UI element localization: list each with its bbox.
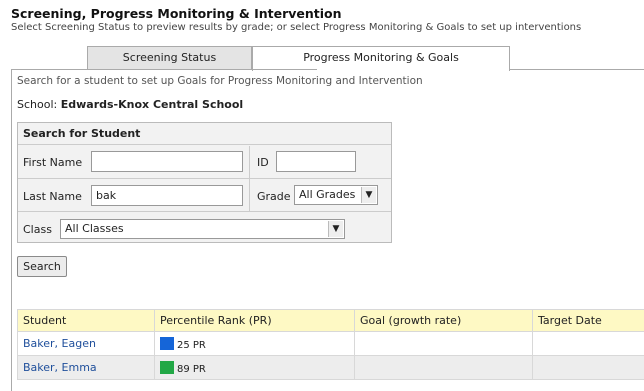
- column-header-goal: Goal (growth rate): [354, 309, 533, 332]
- chevron-down-icon[interactable]: ▼: [361, 187, 376, 203]
- grade-select[interactable]: All Grades ▼: [294, 185, 378, 205]
- percentile-color-swatch: [160, 360, 174, 374]
- page-subtitle: Select Screening Status to preview resul…: [11, 22, 582, 33]
- page-title: Screening, Progress Monitoring & Interve…: [11, 6, 342, 21]
- tab-panel: Search for a student to set up Goals for…: [11, 70, 644, 391]
- id-field[interactable]: [276, 151, 356, 172]
- last-name-label: Last Name: [23, 190, 82, 203]
- row-divider: [18, 178, 391, 179]
- column-header-target-date: Target Date: [532, 309, 644, 332]
- id-label: ID: [257, 156, 269, 169]
- row-divider: [18, 211, 391, 212]
- grade-label: Grade: [257, 190, 291, 203]
- class-select-value: All Classes: [65, 222, 124, 235]
- student-link[interactable]: Baker, Eagen: [23, 337, 96, 350]
- first-name-label: First Name: [23, 156, 83, 169]
- goal-cell[interactable]: [354, 355, 533, 380]
- table-header-row: Student Percentile Rank (PR) Goal (growt…: [17, 309, 644, 332]
- school-name: Edwards-Knox Central School: [60, 98, 244, 111]
- cell-divider: [249, 179, 250, 211]
- tab-progress-monitoring-goals[interactable]: Progress Monitoring & Goals: [252, 46, 510, 71]
- school-line: School: Edwards-Knox Central School: [17, 98, 243, 111]
- target-date-cell[interactable]: [532, 355, 644, 380]
- target-date-cell[interactable]: [532, 331, 644, 356]
- grade-select-value: All Grades: [299, 188, 356, 201]
- search-box-header: Search for Student: [18, 123, 391, 145]
- school-label: School:: [17, 98, 58, 111]
- instructions-text: Search for a student to set up Goals for…: [17, 75, 423, 87]
- chevron-down-icon[interactable]: ▼: [328, 221, 343, 237]
- class-select[interactable]: All Classes ▼: [60, 219, 345, 239]
- table-row: Baker, Eagen 25 PR: [17, 331, 644, 356]
- search-button[interactable]: Search: [17, 256, 67, 277]
- cell-divider: [249, 146, 250, 178]
- table-row: Baker, Emma 89 PR: [17, 355, 644, 380]
- last-name-field[interactable]: bak: [91, 185, 243, 206]
- first-name-field[interactable]: [91, 151, 243, 172]
- percentile-rank-value: 89 PR: [177, 363, 206, 375]
- goal-cell[interactable]: [354, 331, 533, 356]
- class-label: Class: [23, 223, 52, 236]
- column-header-student: Student: [17, 309, 155, 332]
- tab-screening-status[interactable]: Screening Status: [87, 46, 252, 70]
- results-table: Student Percentile Rank (PR) Goal (growt…: [17, 309, 644, 380]
- percentile-color-swatch: [160, 336, 174, 350]
- search-student-box: Search for Student First Name ID Last Na…: [17, 122, 392, 243]
- column-header-percentile-rank: Percentile Rank (PR): [154, 309, 355, 332]
- tab-bar: Screening Status Progress Monitoring & G…: [11, 46, 644, 71]
- student-link[interactable]: Baker, Emma: [23, 361, 97, 374]
- percentile-rank-value: 25 PR: [177, 339, 206, 351]
